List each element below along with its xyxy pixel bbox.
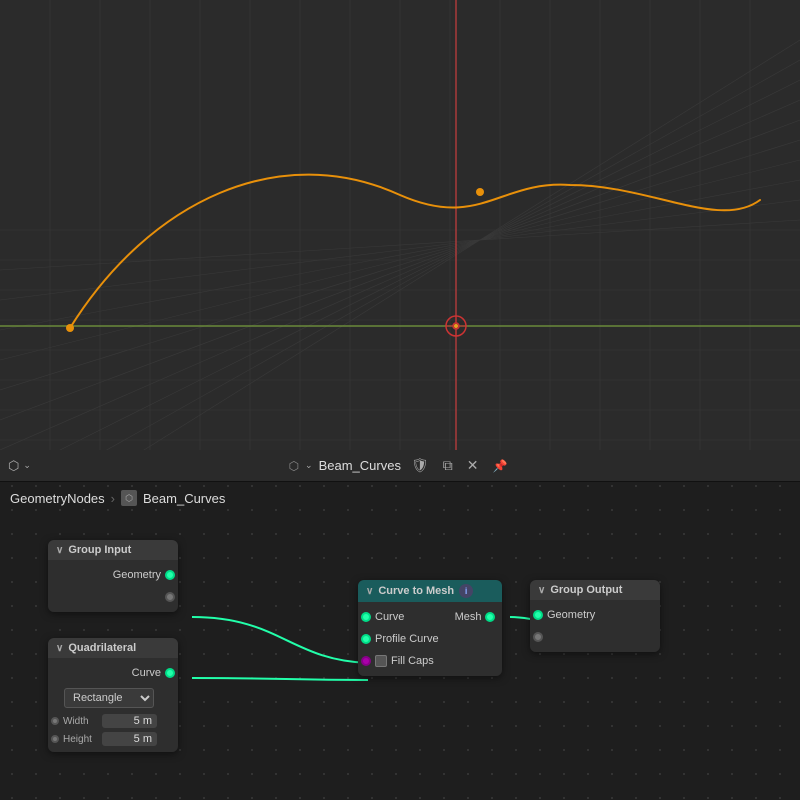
breadcrumb-root[interactable]: GeometryNodes <box>10 491 105 506</box>
height-socket <box>51 735 59 743</box>
group-input-toggle[interactable]: ∨ <box>56 545 63 556</box>
pin-button[interactable]: 📌 <box>488 457 511 475</box>
curve-to-mesh-body: Curve Profile Curve Fill Caps Mesh <box>358 602 502 676</box>
curve-to-mesh-inputs: Curve Profile Curve Fill Caps <box>358 606 447 672</box>
header-dropdown-btn[interactable]: ⌄ <box>305 460 313 471</box>
ctm-curve-label: Curve <box>375 611 404 623</box>
height-value[interactable]: 5 m <box>102 732 157 746</box>
quadrilateral-body: Curve Rectangle Kite Trapezoid Width 5 m… <box>48 658 178 752</box>
group-input-body: Geometry <box>48 560 178 612</box>
group-input-title: ∨ Group Input <box>48 540 178 560</box>
curve-to-mesh-outputs: Mesh <box>447 606 503 672</box>
geometry-label: Geometry <box>113 569 161 581</box>
ctm-mesh-label: Mesh <box>455 611 482 623</box>
editor-type-icon: ⬡ <box>8 458 19 474</box>
ctm-curve-socket <box>361 612 371 622</box>
curve-to-mesh-label: Curve to Mesh <box>378 585 454 597</box>
height-field: Height 5 m <box>48 730 178 748</box>
group-output-node: ∨ Group Output Geometry <box>530 580 660 652</box>
header-dropdown-icon[interactable]: ⌄ <box>23 460 31 471</box>
copy-button[interactable]: ⧉ <box>439 455 457 476</box>
width-value[interactable]: 5 m <box>102 714 157 728</box>
go-extra-socket <box>533 632 543 642</box>
extra-output-socket <box>165 592 175 602</box>
header-title-area: ⬡ ⌄ Beam_Curves 🛡 ⧉ ✕ 📌 <box>289 455 512 476</box>
group-output-geometry-row: Geometry <box>530 604 660 626</box>
quadrilateral-label: Quadrilateral <box>68 642 136 654</box>
group-input-label: Group Input <box>68 544 131 556</box>
go-geometry-label: Geometry <box>547 609 595 621</box>
breadcrumb-separator: › <box>111 491 115 506</box>
header-camera-icon: ⬡ <box>289 459 299 473</box>
ctm-curve-row: Curve <box>358 606 447 628</box>
height-label: Height <box>63 734 98 745</box>
quadrilateral-dropdown[interactable]: Rectangle Kite Trapezoid <box>64 688 154 708</box>
go-geometry-socket <box>533 610 543 620</box>
ctm-fillcaps-row: Fill Caps <box>358 650 447 672</box>
group-output-toggle[interactable]: ∨ <box>538 585 545 596</box>
ctm-profile-label: Profile Curve <box>375 633 439 645</box>
group-input-row-geometry: Geometry <box>48 564 178 586</box>
breadcrumb-current: Beam_Curves <box>143 491 225 506</box>
group-output-body: Geometry <box>530 600 660 652</box>
curve-to-mesh-title: ∨ Curve to Mesh i <box>358 580 502 602</box>
ctm-fillcaps-socket <box>361 656 371 666</box>
curve-to-mesh-info[interactable]: i <box>459 584 473 598</box>
breadcrumb-icon: ⬡ <box>121 490 137 506</box>
breadcrumb: GeometryNodes › ⬡ Beam_Curves <box>10 490 225 506</box>
group-output-label: Group Output <box>550 584 622 596</box>
header-left: ⬡ ⌄ <box>8 458 31 474</box>
node-editor[interactable]: ⬡ ⌄ ⬡ ⌄ Beam_Curves 🛡 ⧉ ✕ 📌 GeometryNode… <box>0 450 800 800</box>
ctm-fillcaps-label: Fill Caps <box>391 655 434 667</box>
group-output-title: ∨ Group Output <box>530 580 660 600</box>
curve-to-mesh-node: ∨ Curve to Mesh i Curve Profile Curve Fi… <box>358 580 502 676</box>
ctm-profile-socket <box>361 634 371 644</box>
geometry-output-socket <box>165 570 175 580</box>
quadrilateral-toggle[interactable]: ∨ <box>56 643 63 654</box>
ctm-mesh-row: Mesh <box>447 606 499 628</box>
group-input-row-extra <box>48 586 178 608</box>
node-editor-header: ⬡ ⌄ ⬡ ⌄ Beam_Curves 🛡 ⧉ ✕ 📌 <box>0 450 800 482</box>
group-input-node: ∨ Group Input Geometry <box>48 540 178 612</box>
quadrilateral-title: ∨ Quadrilateral <box>48 638 178 658</box>
width-label: Width <box>63 716 98 727</box>
group-output-extra-row <box>530 626 660 648</box>
ctm-fillcaps-checkbox[interactable] <box>375 655 387 667</box>
shield-button[interactable]: 🛡 <box>407 455 433 476</box>
header-title: Beam_Curves <box>319 458 401 473</box>
width-field: Width 5 m <box>48 712 178 730</box>
3d-viewport[interactable] <box>0 0 800 450</box>
ctm-mesh-socket <box>485 612 495 622</box>
close-button[interactable]: ✕ <box>463 455 483 476</box>
quadrilateral-node: ∨ Quadrilateral Curve Rectangle Kite Tra… <box>48 638 178 752</box>
ctm-profile-row: Profile Curve <box>358 628 447 650</box>
quadrilateral-row-curve: Curve <box>48 662 178 684</box>
width-socket <box>51 717 59 725</box>
curve-to-mesh-toggle[interactable]: ∨ <box>366 586 373 597</box>
curve-output-socket <box>165 668 175 678</box>
curve-label: Curve <box>132 667 161 679</box>
